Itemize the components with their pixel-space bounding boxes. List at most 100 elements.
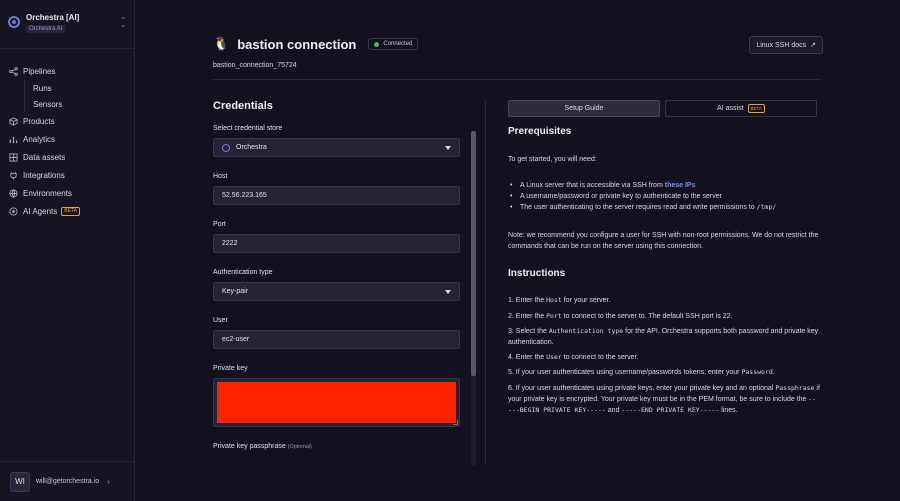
port-field: Port 2222 <box>213 221 460 253</box>
scroll-thumb[interactable] <box>471 131 476 376</box>
step-text: 6. If your user authenticates using priv… <box>508 385 776 392</box>
credentials-title: Credentials <box>213 100 273 112</box>
inline-code: User <box>546 353 562 361</box>
tab-setup-guide[interactable]: Setup Guide <box>508 100 660 117</box>
sidebar-item-ai-agents[interactable]: AI Agents BETA <box>8 202 130 220</box>
guide-panel: Setup Guide AI assist BETA Prerequisites… <box>508 100 822 465</box>
sidebar: Orchestra [AI] Orchestra AI ⌃ ⌄ Pipelines… <box>0 0 135 501</box>
list-item: The user authenticating to the server re… <box>508 202 822 213</box>
status-text: Connected <box>383 41 413 47</box>
credential-store-select[interactable]: Orchestra <box>213 138 460 157</box>
step-text: . <box>772 369 775 376</box>
ips-link[interactable]: these IPs <box>665 182 696 189</box>
sidebar-item-data-assets[interactable]: Data assets <box>8 148 130 166</box>
orchestra-logo-icon <box>8 16 20 28</box>
connection-header: 🐧 bastion connection Connected bastion_c… <box>213 36 823 69</box>
docs-button-label: Linux SSH docs <box>756 41 807 49</box>
private-key-field: Private key <box>213 365 460 427</box>
step-text: and <box>605 407 622 414</box>
intro-text: To get started, you will need: <box>508 156 597 163</box>
sidebar-item-label: Products <box>23 116 55 126</box>
field-label: Private key <box>213 365 248 372</box>
orchestra-logo-icon <box>222 143 230 152</box>
status-badge: Connected <box>368 38 419 50</box>
field-label: User <box>213 317 228 324</box>
auth-type-select[interactable]: Key-pair <box>213 282 460 301</box>
caret-down-icon <box>445 290 451 294</box>
user-menu[interactable]: WI will@getorchestra.io › <box>0 461 135 501</box>
list-text: The user authenticating to the server re… <box>520 204 757 211</box>
avatar: WI <box>10 471 30 492</box>
private-key-textarea[interactable] <box>213 378 460 427</box>
tab-label: AI assist <box>717 105 744 112</box>
step-text: 3. Select the <box>508 328 549 335</box>
field-label: Host <box>213 173 228 180</box>
step-text: lines. <box>719 407 738 414</box>
sidebar-item-environments[interactable]: Environments <box>8 184 130 202</box>
external-link-icon: ↗ <box>810 42 816 49</box>
inline-code: /tmp/ <box>756 203 777 211</box>
org-switcher[interactable]: Orchestra [AI] Orchestra AI ⌃ ⌄ <box>8 12 128 38</box>
guide-tabs: Setup Guide AI assist BETA <box>508 100 822 117</box>
chart-icon <box>8 134 18 144</box>
sidebar-item-analytics[interactable]: Analytics <box>8 130 130 148</box>
linux-penguin-icon: 🐧 <box>213 36 230 51</box>
sidebar-item-label: Environments <box>23 188 72 198</box>
auth-type-field: Authentication type Key-pair <box>213 269 460 301</box>
sidebar-nav: Pipelines Runs Sensors Products Analytic… <box>8 62 130 220</box>
tab-ai-assist[interactable]: AI assist BETA <box>665 100 817 117</box>
sidebar-item-pipelines[interactable]: Pipelines <box>8 62 130 80</box>
port-input[interactable]: 2222 <box>213 234 460 253</box>
step-text: to connect to the server. <box>561 354 639 361</box>
pipelines-icon <box>8 66 18 76</box>
connection-id: bastion_connection_75724 <box>213 62 297 69</box>
inline-code: Password <box>741 368 773 376</box>
main-content: 🐧 bastion connection Connected bastion_c… <box>135 0 900 501</box>
user-input[interactable]: ec2-user <box>213 330 460 349</box>
passphrase-field: Private key passphrase (Optional) <box>213 443 460 450</box>
sidebar-item-sensors[interactable]: Sensors <box>33 96 130 112</box>
host-field: Host 52.56.223.165 <box>213 173 460 205</box>
pipelines-submenu: Runs Sensors <box>24 80 130 112</box>
sidebar-item-label: Data assets <box>23 152 66 162</box>
instruction-step: 6. If your user authenticates using priv… <box>508 383 820 416</box>
inline-code: -----END PRIVATE KEY----- <box>621 406 720 414</box>
optional-hint: (Optional) <box>287 444 312 450</box>
sidebar-item-label: Pipelines <box>23 66 56 76</box>
beta-badge: BETA <box>61 206 80 216</box>
sidebar-item-integrations[interactable]: Integrations <box>8 166 130 184</box>
instruction-step: 2. Enter the Port to connect to the serv… <box>508 311 820 322</box>
chevron-up-down-icon[interactable]: ⌃ ⌄ <box>120 17 126 29</box>
sidebar-item-runs[interactable]: Runs <box>33 80 130 96</box>
sidebar-item-label: AI Agents <box>23 206 58 216</box>
host-input[interactable]: 52.56.223.165 <box>213 186 460 205</box>
agent-icon <box>8 206 18 216</box>
step-text: 1. Enter the <box>508 297 547 304</box>
linux-ssh-docs-button[interactable]: Linux SSH docs ↗ <box>749 36 823 54</box>
caret-down-icon <box>445 146 451 150</box>
inline-code: Port <box>546 312 562 320</box>
prerequisites-heading: Prerequisites <box>508 126 572 137</box>
list-item: A Linux server that is accessible via SS… <box>508 180 822 191</box>
sidebar-item-label: Runs <box>33 83 52 93</box>
sidebar-item-products[interactable]: Products <box>8 112 130 130</box>
instructions-heading: Instructions <box>508 268 566 279</box>
step-text: to connect to the server to. The default… <box>561 313 733 320</box>
page-title: bastion connection <box>237 36 357 52</box>
list-text: A Linux server that is accessible via SS… <box>520 182 665 189</box>
credential-store-field: Select credential store Orchestra <box>213 125 460 157</box>
inline-code: Host <box>546 296 562 304</box>
form-scrollbar[interactable] <box>471 131 476 466</box>
list-item: A username/password or private key to au… <box>508 191 822 202</box>
inline-code: Passphrase <box>775 384 815 392</box>
org-name: Orchestra [AI] <box>26 13 80 22</box>
sidebar-item-label: Sensors <box>33 99 63 109</box>
select-value: Orchestra <box>236 144 267 151</box>
step-text: 4. Enter the <box>508 354 547 361</box>
divider <box>0 48 135 49</box>
step-text: for your server. <box>561 297 611 304</box>
box-icon <box>8 116 18 126</box>
resize-handle[interactable] <box>453 420 458 425</box>
sidebar-item-label: Analytics <box>23 134 56 144</box>
passphrase-label: Private key passphrase <box>213 443 286 450</box>
